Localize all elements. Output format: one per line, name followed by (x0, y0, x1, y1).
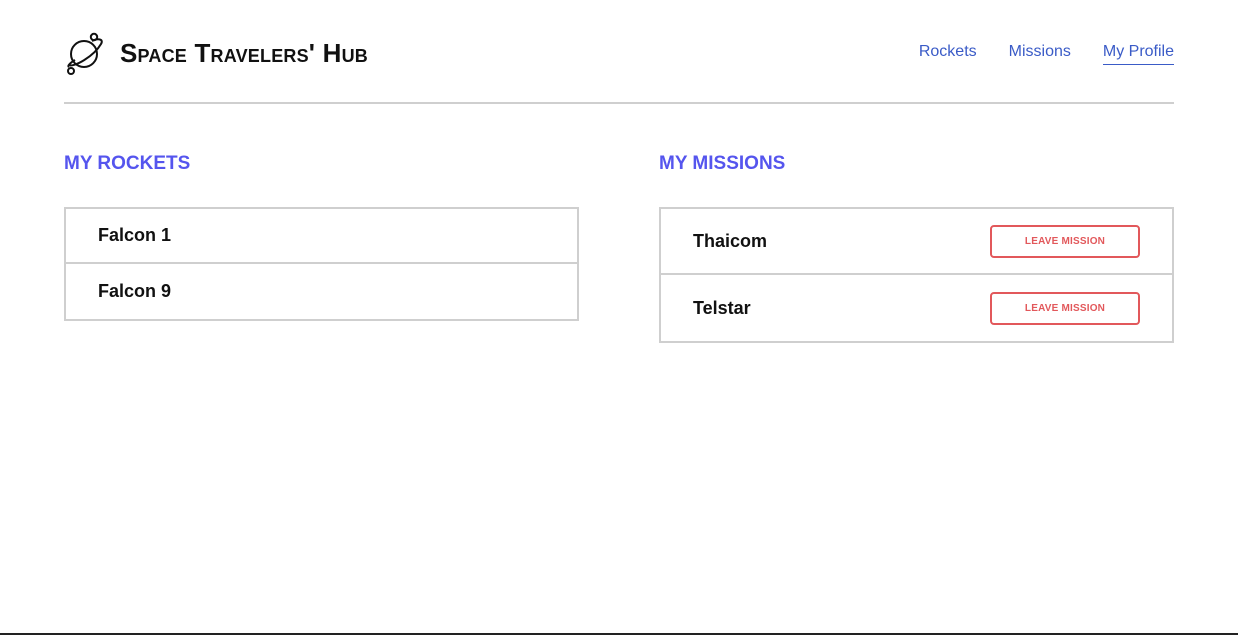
mission-name: Telstar (693, 297, 751, 318)
rockets-list: Falcon 1 Falcon 9 (64, 207, 579, 321)
leave-mission-button[interactable]: Leave Mission (990, 291, 1140, 325)
nav-link-my-profile[interactable]: My Profile (1102, 42, 1174, 65)
my-missions-heading: My Missions (659, 153, 786, 174)
my-rockets-heading: My Rockets (64, 153, 191, 174)
rocket-name: Falcon 1 (98, 225, 172, 245)
leave-mission-button[interactable]: Leave Mission (990, 224, 1140, 258)
site-title: Space Travelers' Hub (120, 38, 368, 68)
brand[interactable]: Space Travelers' Hub (64, 28, 368, 78)
missions-list: Thaicom Leave Mission Telstar Leave Miss… (659, 207, 1174, 343)
profile-page: Space Travelers' Hub Rockets Missions My… (0, 0, 1238, 635)
my-rockets-section: My Rockets Falcon 1 Falcon 9 (64, 150, 579, 321)
rocket-name: Falcon 9 (98, 281, 172, 301)
my-missions-section: My Missions Thaicom Leave Mission Telsta… (659, 150, 1174, 343)
planet-icon (67, 32, 103, 75)
mission-row: Telstar Leave Mission (661, 275, 1172, 341)
main-nav: Rockets Missions My Profile (887, 42, 1174, 65)
mission-name: Thaicom (693, 230, 768, 251)
nav-link-missions[interactable]: Missions (1009, 42, 1071, 65)
site-header: Space Travelers' Hub Rockets Missions My… (64, 26, 1174, 104)
nav-link-rockets[interactable]: Rockets (919, 42, 977, 65)
rocket-row: Falcon 1 (66, 209, 577, 264)
mission-row: Thaicom Leave Mission (661, 209, 1172, 275)
rocket-row: Falcon 9 (66, 264, 577, 319)
